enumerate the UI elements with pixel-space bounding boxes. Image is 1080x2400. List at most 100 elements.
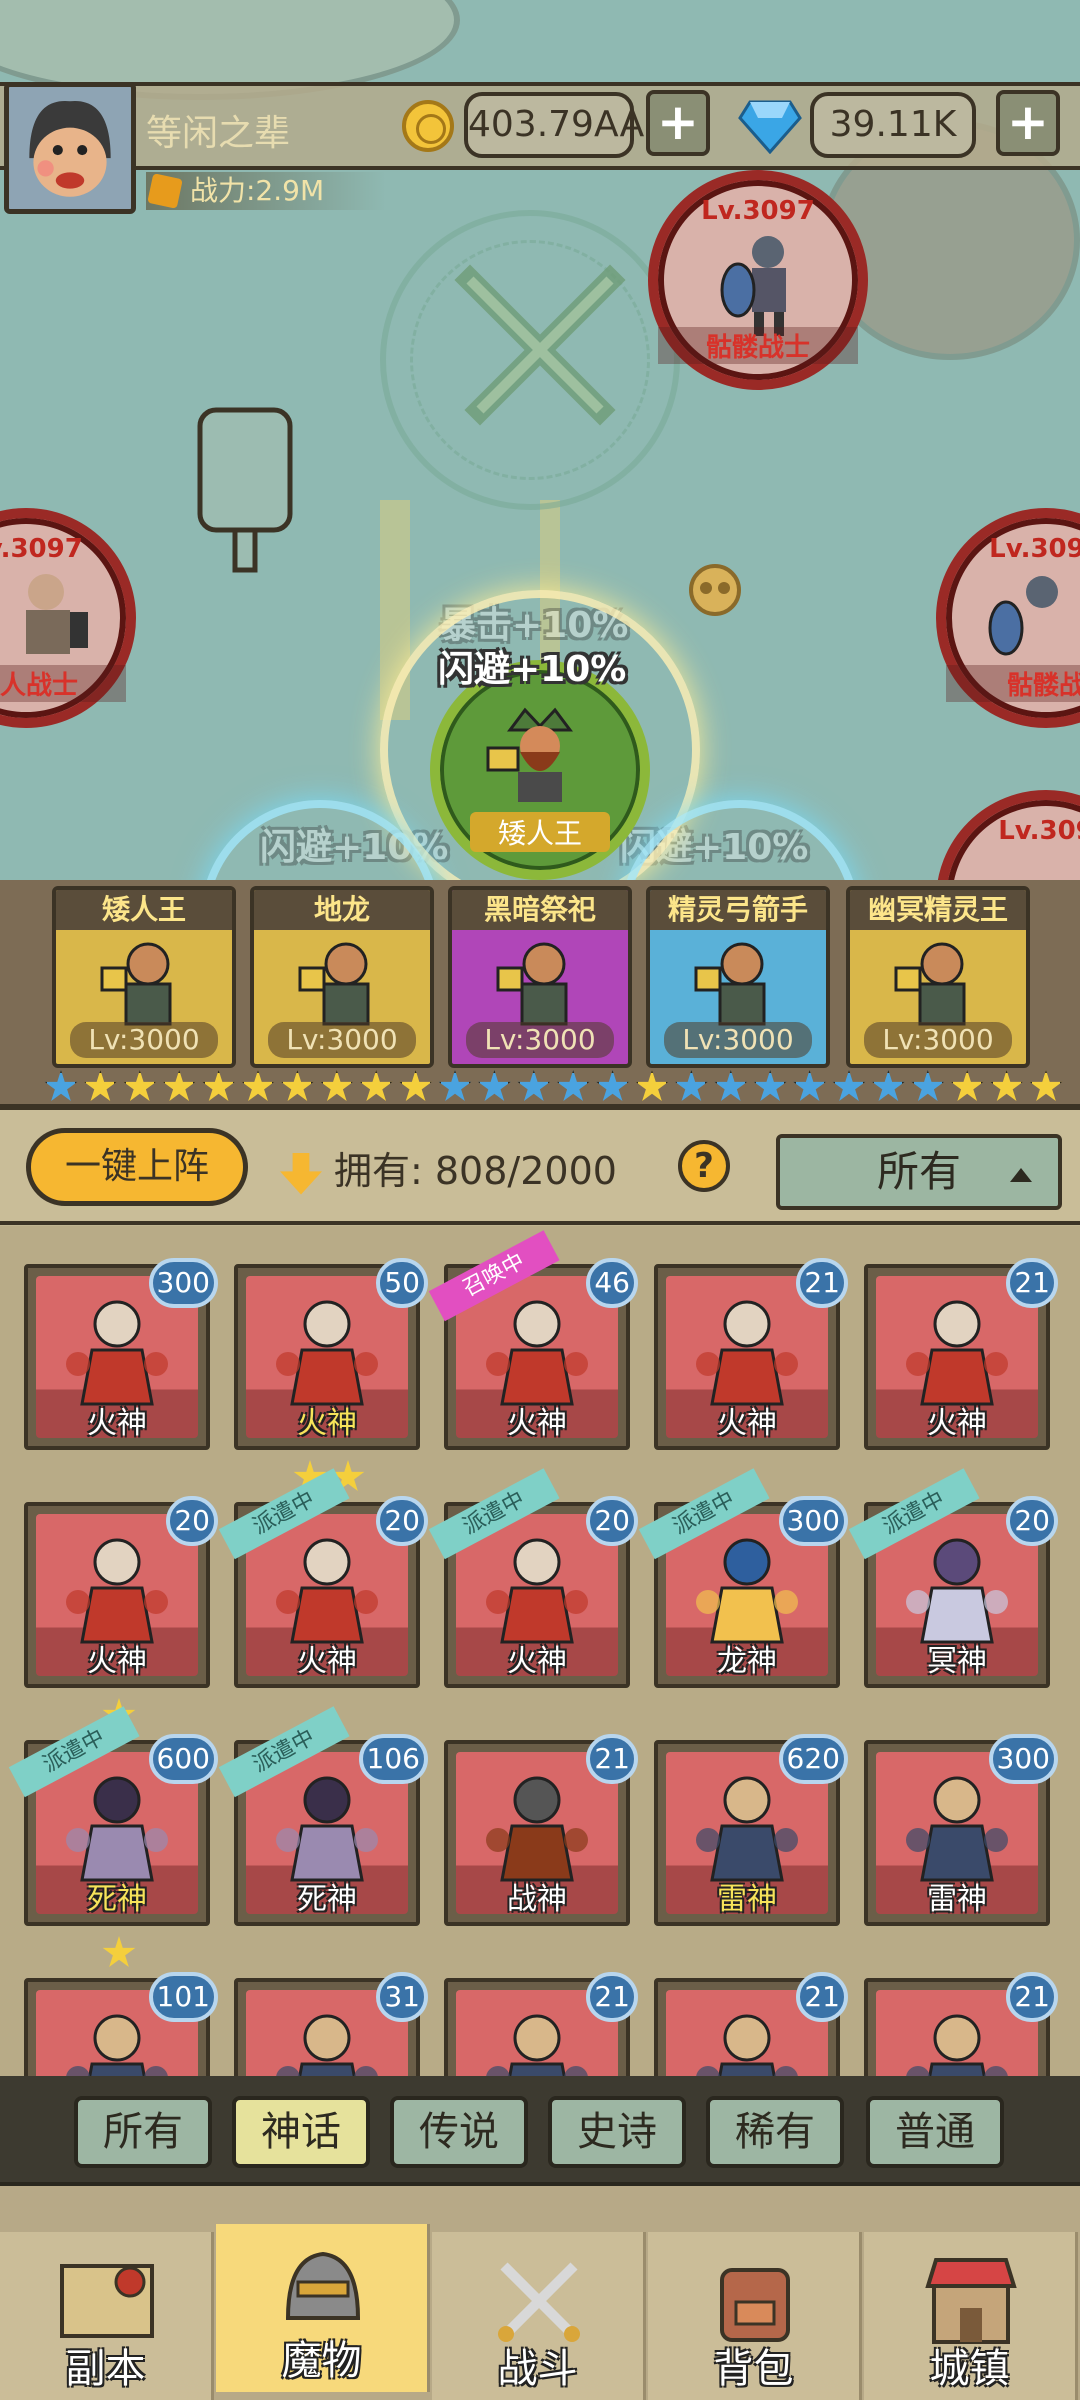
count-badge: 300 [778, 1496, 848, 1546]
monster-portrait-icon [486, 2014, 588, 2076]
gold-star-icon [102, 1936, 136, 1967]
nav-label: 城镇 [929, 2346, 1010, 2392]
monster-name: 死神 [297, 1882, 357, 1917]
monster-name: 火神 [717, 1406, 777, 1441]
player-hero-node[interactable]: 矮人王 [430, 660, 650, 880]
monster-card[interactable]: 派遣中 300 龙神 [638, 1468, 848, 1688]
monster-card[interactable]: 派遣中 20 火神 [428, 1468, 638, 1688]
monster-portrait-icon [486, 1776, 588, 1882]
monster-card[interactable]: 21 战神 [444, 1734, 638, 1926]
monster-card[interactable]: 20 火神 [24, 1496, 218, 1729]
monster-portrait-icon [486, 1300, 588, 1406]
enemy-node[interactable]: Lv.3097 骷髅战 [936, 508, 1080, 728]
map-icon [60, 2264, 154, 2338]
nav-tab[interactable]: 背包 [648, 2232, 862, 2400]
player-name: 等闲之辈 [146, 113, 291, 154]
crossed-swords-icon [498, 2262, 580, 2342]
count-badge: 20 [376, 1496, 428, 1546]
rarity-tab[interactable]: 所有 [74, 2096, 212, 2168]
combat-power-value: 战力:2.9M [190, 174, 325, 207]
lineup-hero-level: Lv:3000 [70, 1022, 218, 1058]
nav-label: 魔物 [281, 2338, 362, 2384]
lineup-slot[interactable]: 精灵弓箭手 Lv:3000 [646, 886, 830, 1068]
rarity-tab[interactable]: 稀有 [706, 2096, 844, 2168]
lineup-hero-name: 黑暗祭祀 [452, 890, 628, 930]
count-badge: 21 [586, 1734, 638, 1784]
count-badge: 300 [988, 1734, 1058, 1784]
nav-tab[interactable]: 城镇 [864, 2232, 1078, 2400]
count-badge: 20 [1006, 1496, 1058, 1546]
hero-name: 矮人王 [470, 812, 610, 852]
lineup-slot[interactable]: 幽冥精灵王 Lv:3000 [846, 886, 1030, 1068]
count-badge: 21 [1006, 1258, 1058, 1308]
enemy-node[interactable]: Lv.3097 蛮人战士 [0, 508, 136, 728]
nav-tab[interactable]: 战斗 [432, 2232, 646, 2400]
count-badge: 101 [148, 1972, 218, 2022]
lineup-hero-name: 幽冥精灵王 [850, 890, 1026, 930]
count-badge: 21 [1006, 1972, 1058, 2022]
monster-card[interactable]: 300 火神 [24, 1258, 218, 1450]
rarity-tab[interactable]: 神话 [232, 2096, 370, 2168]
count-badge: 46 [586, 1258, 638, 1308]
gold-coin-icon [402, 100, 454, 152]
nav-tab[interactable]: 魔物 [216, 2224, 430, 2392]
rarity-tab[interactable]: 普通 [866, 2096, 1004, 2168]
monster-card[interactable]: 31 [234, 1972, 428, 2076]
monster-card[interactable]: 召唤中 46 火神 [428, 1230, 638, 1450]
monster-name: 火神 [297, 1644, 357, 1679]
buff-text: 闪避+10% [438, 649, 627, 690]
rarity-tab[interactable]: 传说 [390, 2096, 528, 2168]
monster-portrait-icon [66, 2014, 168, 2076]
monster-portrait-icon [276, 1538, 378, 1644]
monster-portrait-icon [276, 1776, 378, 1882]
nav-tab[interactable]: 副本 [0, 2232, 214, 2400]
gem-amount: 39.11K [810, 92, 976, 158]
auto-deploy-button[interactable]: 一键上阵 [26, 1128, 248, 1206]
add-gold-button[interactable]: + [646, 90, 710, 156]
lineup-hero-name: 精灵弓箭手 [650, 890, 826, 930]
filter-dropdown[interactable]: 所有 [776, 1134, 1062, 1210]
monster-card[interactable]: 21 [444, 1972, 638, 2076]
lineup-slot[interactable]: 矮人王 Lv:3000 [52, 886, 236, 1068]
help-button[interactable]: ? [678, 1140, 730, 1192]
monster-card[interactable]: 21 [864, 1972, 1058, 2076]
monster-name: 火神 [87, 1644, 147, 1679]
count-badge: 20 [166, 1496, 218, 1546]
nav-label: 副本 [65, 2346, 146, 2392]
count-badge: 21 [796, 1258, 848, 1308]
monster-name: 龙神 [717, 1644, 777, 1679]
monster-card[interactable]: 派遣中 20 火神 [218, 1468, 428, 1688]
rarity-tab[interactable]: 史诗 [548, 2096, 686, 2168]
monster-card[interactable]: 50 火神 [234, 1258, 428, 1491]
monster-card[interactable]: 21 火神 [864, 1258, 1058, 1450]
lineup-slot[interactable]: 黑暗祭祀 Lv:3000 [448, 886, 632, 1068]
monster-card[interactable]: 21 [654, 1972, 848, 2076]
count-badge: 106 [358, 1734, 428, 1784]
chevron-up-icon [1010, 1168, 1032, 1182]
helmet-icon [285, 2251, 361, 2320]
monster-card[interactable]: 派遣中 600 死神 [8, 1706, 218, 1967]
monster-card[interactable]: 21 火神 [654, 1258, 848, 1450]
crossed-swords-emblem-icon [454, 264, 626, 426]
monster-name: 火神 [297, 1406, 357, 1441]
monster-portrait-icon [696, 1776, 798, 1882]
add-gems-button[interactable]: + [996, 90, 1060, 156]
owned-count-text: 拥有: 808/2000 [334, 1149, 617, 1193]
monster-name: 战神 [507, 1882, 567, 1917]
nav-label: 战斗 [497, 2346, 578, 2392]
sort-arrow-icon[interactable] [280, 1152, 322, 1195]
avatar[interactable] [4, 82, 136, 214]
count-badge: 31 [376, 1972, 428, 2022]
monster-card[interactable]: 620 雷神 [654, 1734, 848, 1926]
lineup-slot[interactable]: 地龙 Lv:3000 [250, 886, 434, 1068]
lineup-hero-level: Lv:3000 [466, 1022, 614, 1058]
count-badge: 300 [148, 1258, 218, 1308]
monster-card[interactable]: 派遣中 106 死神 [218, 1706, 428, 1926]
monster-card[interactable]: 派遣中 20 冥神 [848, 1468, 1058, 1688]
monster-portrait-icon [276, 2014, 378, 2076]
hero-portrait-icon [894, 942, 966, 1026]
lineup-hero-level: Lv:3000 [664, 1022, 812, 1058]
rarity-tabs: 所有 神话 传说 史诗 稀有 普通 [0, 2076, 1080, 2186]
monster-card[interactable]: 300 雷神 [864, 1734, 1058, 1926]
monster-card[interactable]: 101 [24, 1972, 218, 2076]
